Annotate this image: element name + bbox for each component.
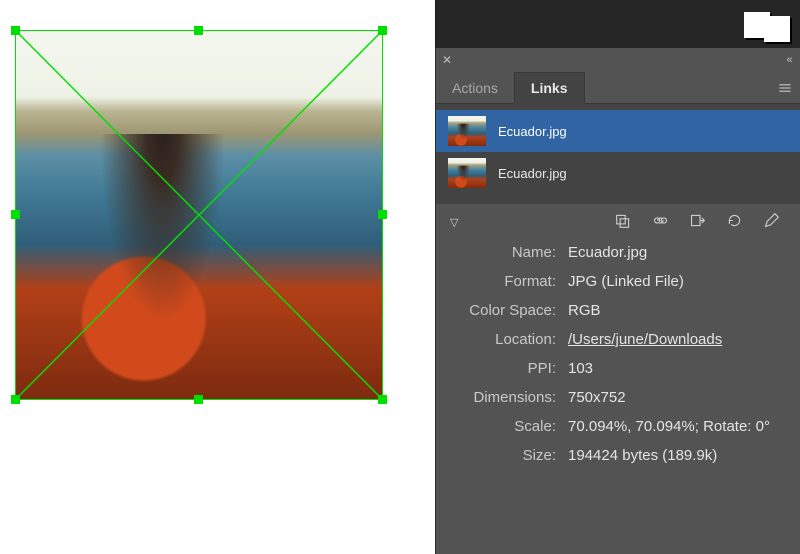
disclosure-triangle-icon[interactable]: ▽ <box>450 216 458 229</box>
detail-value-size: 194424 bytes (189.9k) <box>568 447 717 464</box>
link-filename: Ecuador.jpg <box>498 124 567 139</box>
detail-label-colorspace: Color Space: <box>450 302 568 319</box>
edit-original-icon[interactable] <box>763 212 780 232</box>
links-list: Ecuador.jpg Ecuador.jpg <box>436 104 800 204</box>
collapse-panel-icon[interactable]: « <box>776 54 800 66</box>
detail-label-scale: Scale: <box>450 418 568 435</box>
canvas-area[interactable] <box>0 0 435 554</box>
link-thumbnail <box>448 116 486 146</box>
detail-label-format: Format: <box>450 273 568 290</box>
update-link-icon[interactable] <box>726 212 743 232</box>
close-icon[interactable]: ✕ <box>436 53 458 67</box>
link-thumbnail <box>448 158 486 188</box>
placed-image-preview <box>15 30 383 400</box>
link-filename: Ecuador.jpg <box>498 166 567 181</box>
tab-label: Actions <box>452 80 498 96</box>
swatches-area <box>435 0 800 48</box>
stroke-swatch[interactable] <box>764 16 790 42</box>
detail-label-location: Location: <box>450 331 568 348</box>
tab-actions[interactable]: Actions <box>436 72 514 103</box>
link-item[interactable]: Ecuador.jpg <box>436 110 800 152</box>
panel-tabs: Actions Links <box>436 72 800 104</box>
tab-label: Links <box>531 80 568 96</box>
detail-label-dimensions: Dimensions: <box>450 389 568 406</box>
embed-icon[interactable] <box>689 212 706 232</box>
panel-titlebar: ✕ « <box>436 48 800 72</box>
relink-icon[interactable] <box>615 212 632 232</box>
detail-value-location[interactable]: /Users/june/Downloads <box>568 331 722 348</box>
placed-image[interactable] <box>15 30 383 400</box>
go-to-link-icon[interactable] <box>652 212 669 232</box>
detail-value-format: JPG (Linked File) <box>568 273 684 290</box>
detail-value-scale: 70.094%, 70.094%; Rotate: 0° <box>568 418 770 435</box>
link-details: ▽ Name: Ecuador.jpg Format: JPG (Linked … <box>436 204 800 554</box>
detail-label-ppi: PPI: <box>450 360 568 377</box>
link-item[interactable]: Ecuador.jpg <box>436 152 800 194</box>
links-panel: ✕ « Actions Links Ecuador.jpg Ecuador.jp… <box>435 48 800 554</box>
tab-links[interactable]: Links <box>514 72 585 104</box>
detail-label-size: Size: <box>450 447 568 464</box>
detail-value-name: Ecuador.jpg <box>568 244 647 261</box>
detail-label-name: Name: <box>450 244 568 261</box>
detail-value-ppi: 103 <box>568 360 593 377</box>
detail-value-colorspace: RGB <box>568 302 601 319</box>
detail-value-dimensions: 750x752 <box>568 389 626 406</box>
panel-menu-icon[interactable] <box>770 72 800 103</box>
